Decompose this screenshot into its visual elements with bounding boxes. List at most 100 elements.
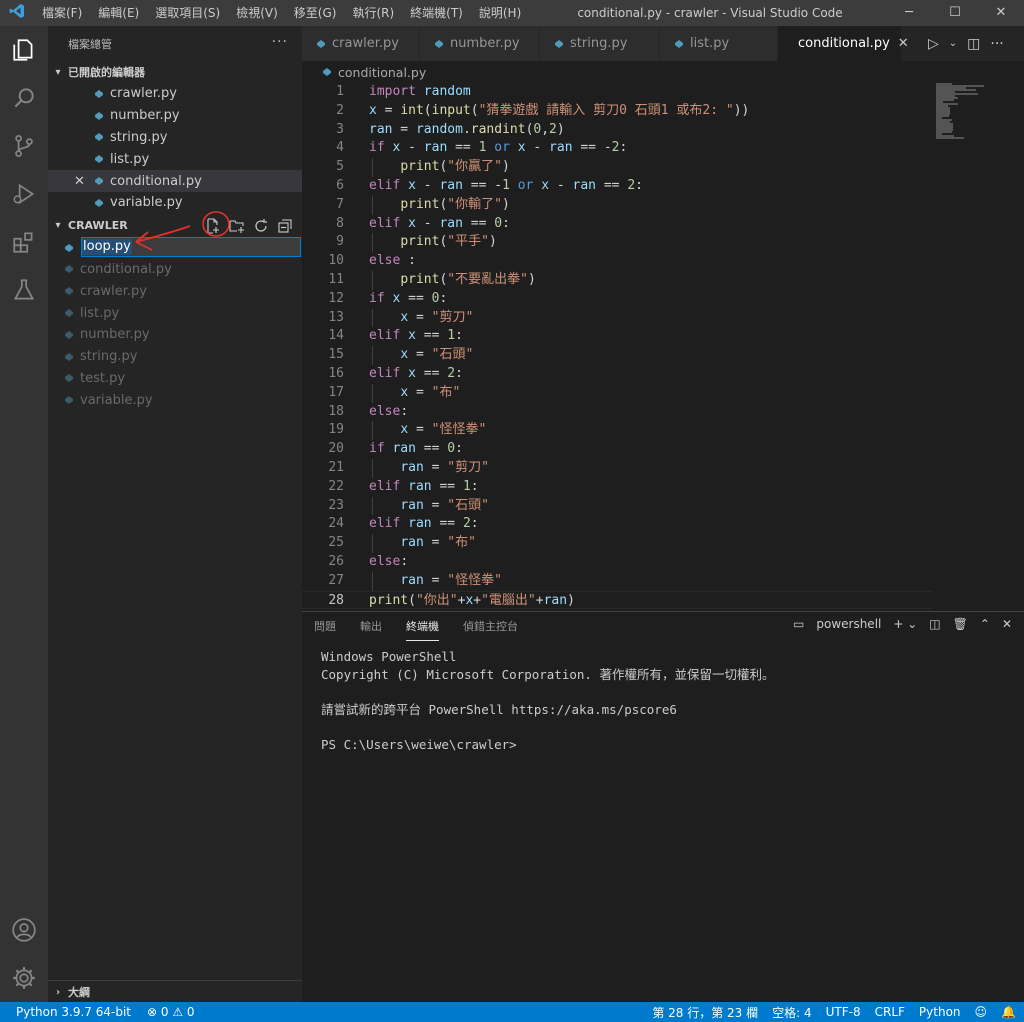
end-of-line[interactable]: CRLF: [875, 1005, 905, 1019]
notifications-icon[interactable]: 🔔: [1001, 1005, 1016, 1019]
cursor-position[interactable]: 第 28 行，第 23 欄: [652, 1004, 758, 1021]
workspace-header[interactable]: ▾ CRAWLER: [48, 215, 302, 237]
extensions-icon[interactable]: [0, 218, 48, 266]
code-line[interactable]: 9 print("平手"): [302, 233, 932, 252]
problems-count[interactable]: ⊗ 0 ⚠ 0: [147, 1005, 195, 1019]
code-line[interactable]: 15 x = "石頭": [302, 346, 932, 365]
menu-item[interactable]: 移至(G): [286, 0, 345, 26]
code-line[interactable]: 11 print("不要亂出拳"): [302, 271, 932, 290]
minimap[interactable]: [932, 83, 1014, 611]
tab-conditional[interactable]: conditional.py ✕: [778, 26, 909, 61]
menu-item[interactable]: 編輯(E): [90, 0, 147, 26]
tab-number[interactable]: number.py: [420, 26, 540, 61]
code-line[interactable]: 17 x = "布": [302, 384, 932, 403]
breadcrumb-file[interactable]: conditional.py: [338, 65, 426, 80]
code-line[interactable]: 6 elif x - ran == -1 or x - ran == 2:: [302, 177, 932, 196]
more-actions-icon[interactable]: ···: [272, 34, 288, 50]
panel-tab[interactable]: 輸出: [360, 612, 382, 640]
outline-header[interactable]: › 大綱: [48, 980, 302, 1003]
code-line[interactable]: 5 print("你贏了"): [302, 158, 932, 177]
feedback-icon[interactable]: ☺: [975, 1005, 988, 1019]
menu-item[interactable]: 執行(R): [344, 0, 402, 26]
testing-icon[interactable]: [0, 266, 48, 314]
close-icon[interactable]: ✕: [74, 174, 85, 189]
code-line[interactable]: 19 x = "怪怪拳": [302, 421, 932, 440]
menu-item[interactable]: 終端機(T): [402, 0, 471, 26]
workspace-file-item[interactable]: variable.py: [48, 389, 302, 411]
open-editor-item[interactable]: number.py: [48, 105, 302, 127]
code-line[interactable]: 1 import random: [302, 83, 932, 102]
chevron-down-icon[interactable]: ⌄: [949, 38, 957, 49]
open-editors-header[interactable]: ▾ 已開啟的編輯器: [48, 61, 302, 83]
collapse-all-icon[interactable]: [276, 217, 294, 235]
code-line[interactable]: 2 x = int(input("猜拳遊戲 請輸入 剪刀0 石頭1 或布2: ")…: [302, 102, 932, 121]
encoding[interactable]: UTF-8: [826, 1005, 861, 1019]
code-line[interactable]: 22 elif ran == 1:: [302, 478, 932, 497]
run-file-icon[interactable]: ▷: [928, 36, 939, 52]
tab-string[interactable]: string.py: [540, 26, 660, 61]
source-control-icon[interactable]: [0, 122, 48, 170]
rename-value[interactable]: loop.py: [82, 238, 132, 255]
new-terminal-icon[interactable]: + ⌄: [893, 617, 917, 631]
indentation[interactable]: 空格: 4: [772, 1004, 812, 1021]
open-editor-item[interactable]: list.py: [48, 148, 302, 170]
terminal-output[interactable]: Windows PowerShell Copyright (C) Microsof…: [321, 648, 774, 753]
code-line[interactable]: 16 elif x == 2:: [302, 365, 932, 384]
code-line[interactable]: 26 else:: [302, 553, 932, 572]
code-line[interactable]: 28 print("你出"+x+"電腦出"+ran): [302, 590, 932, 610]
workspace-file-item[interactable]: test.py: [48, 368, 302, 390]
code-line[interactable]: 24 elif ran == 2:: [302, 515, 932, 534]
search-icon[interactable]: [0, 74, 48, 122]
refresh-icon[interactable]: [252, 217, 270, 235]
maximize-button[interactable]: ☐: [932, 0, 978, 26]
code-line[interactable]: 4 if x - ran == 1 or x - ran == -2:: [302, 139, 932, 158]
panel-tab[interactable]: 偵錯主控台: [463, 612, 518, 640]
language-mode[interactable]: Python: [919, 1005, 961, 1019]
close-window-button[interactable]: ✕: [978, 0, 1024, 26]
run-debug-icon[interactable]: [0, 170, 48, 218]
code-editor[interactable]: 1 import random 2 x = int(input("猜拳遊戲 請輸入 剪…: [302, 83, 932, 611]
split-editor-icon[interactable]: ◫: [967, 36, 980, 52]
menu-item[interactable]: 說明(H): [471, 0, 529, 26]
panel-tab[interactable]: 問題: [314, 612, 336, 640]
code-line[interactable]: 13 x = "剪刀": [302, 309, 932, 328]
open-editor-item[interactable]: ✕ conditional.py: [48, 170, 302, 192]
split-terminal-icon[interactable]: ◫: [929, 617, 940, 631]
code-line[interactable]: 14 elif x == 1:: [302, 327, 932, 346]
code-line[interactable]: 10 else :: [302, 252, 932, 271]
python-interpreter[interactable]: Python 3.9.7 64-bit: [16, 1005, 131, 1019]
maximize-panel-icon[interactable]: ⌃: [980, 617, 990, 631]
close-panel-icon[interactable]: ✕: [1002, 617, 1012, 631]
code-line[interactable]: 25 ran = "布": [302, 534, 932, 553]
menu-item[interactable]: 檔案(F): [34, 0, 90, 26]
settings-gear-icon[interactable]: [0, 954, 48, 1002]
open-editor-item[interactable]: crawler.py: [48, 83, 302, 105]
code-line[interactable]: 20 if ran == 0:: [302, 440, 932, 459]
new-folder-icon[interactable]: [228, 217, 246, 235]
workspace-file-item[interactable]: list.py: [48, 302, 302, 324]
trash-icon[interactable]: 🗑: [953, 617, 968, 631]
workspace-file-item[interactable]: string.py: [48, 346, 302, 368]
code-line[interactable]: 21 ran = "剪刀": [302, 459, 932, 478]
code-line[interactable]: 3 ran = random.randint(0,2): [302, 121, 932, 140]
account-icon[interactable]: [0, 906, 48, 954]
code-line[interactable]: 18 else:: [302, 403, 932, 422]
code-line[interactable]: 8 elif x - ran == 0:: [302, 215, 932, 234]
workspace-file-item[interactable]: number.py: [48, 324, 302, 346]
open-editor-item[interactable]: variable.py: [48, 192, 302, 214]
code-line[interactable]: 12 if x == 0:: [302, 290, 932, 309]
workspace-file-item[interactable]: crawler.py: [48, 280, 302, 302]
menu-item[interactable]: 選取項目(S): [147, 0, 228, 26]
panel-tab[interactable]: 終端機: [406, 612, 439, 641]
menu-item[interactable]: 檢視(V): [228, 0, 286, 26]
open-editor-item[interactable]: string.py: [48, 127, 302, 149]
tab-crawler[interactable]: crawler.py: [302, 26, 420, 61]
code-line[interactable]: 23 ran = "石頭": [302, 497, 932, 516]
minimize-button[interactable]: ─: [886, 0, 932, 26]
explorer-icon[interactable]: [0, 26, 48, 74]
code-line[interactable]: 27 ran = "怪怪拳": [302, 572, 932, 591]
close-icon[interactable]: ✕: [898, 36, 909, 51]
rename-input[interactable]: loop.py: [81, 236, 301, 257]
code-line[interactable]: 7 print("你輸了"): [302, 196, 932, 215]
workspace-file-item[interactable]: conditional.py: [48, 259, 302, 281]
